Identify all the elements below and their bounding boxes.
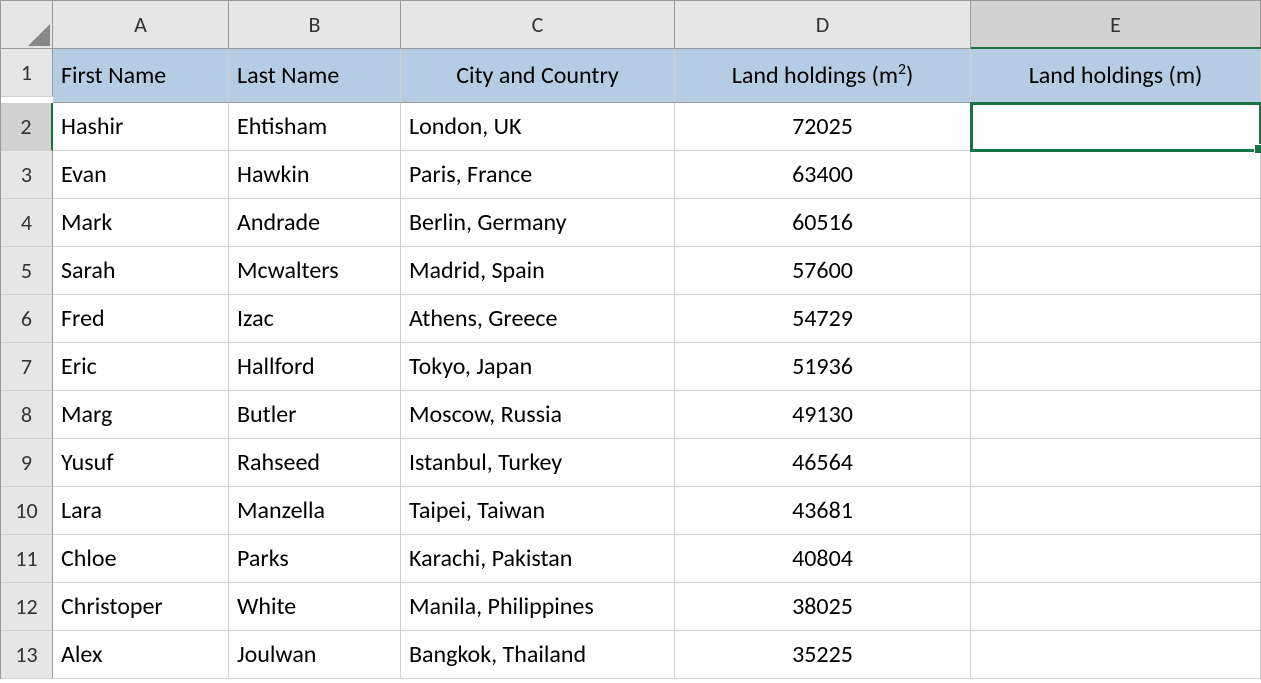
cell-C11[interactable]: Karachi, Pakistan (401, 535, 675, 583)
cell-D12[interactable]: 38025 (675, 583, 971, 631)
cell-E8[interactable] (971, 391, 1261, 439)
row-header-11[interactable]: 11 (1, 535, 53, 583)
cell-E7[interactable] (971, 343, 1261, 391)
cell-E10[interactable] (971, 487, 1261, 535)
select-all-corner[interactable] (1, 1, 53, 49)
cell-C8[interactable]: Moscow, Russia (401, 391, 675, 439)
cell-A9[interactable]: Yusuf (53, 439, 229, 487)
cell-C9[interactable]: Istanbul, Turkey (401, 439, 675, 487)
cell-E6[interactable] (971, 295, 1261, 343)
cell-B6[interactable]: Izac (229, 295, 401, 343)
cell-C5[interactable]: Madrid, Spain (401, 247, 675, 295)
cell-C13[interactable]: Bangkok, Thailand (401, 631, 675, 679)
cell-B8[interactable]: Butler (229, 391, 401, 439)
cell-D6[interactable]: 54729 (675, 295, 971, 343)
cell-D13[interactable]: 35225 (675, 631, 971, 679)
row-header-4[interactable]: 4 (1, 199, 53, 247)
header-land-m2[interactable]: Land holdings (m2) (675, 49, 971, 103)
cell-C6[interactable]: Athens, Greece (401, 295, 675, 343)
row-header-6[interactable]: 6 (1, 295, 53, 343)
spreadsheet-grid: A B C D E 1 First Name Last Name City an… (0, 0, 1261, 679)
cell-D10[interactable]: 43681 (675, 487, 971, 535)
col-header-A[interactable]: A (53, 1, 229, 49)
cell-A7[interactable]: Eric (53, 343, 229, 391)
cell-D7[interactable]: 51936 (675, 343, 971, 391)
row-header-13[interactable]: 13 (1, 631, 53, 679)
cell-C2[interactable]: London, UK (401, 103, 675, 151)
cell-E2-selected[interactable] (971, 103, 1261, 151)
cell-E4[interactable] (971, 199, 1261, 247)
row-header-10[interactable]: 10 (1, 487, 53, 535)
row-header-12[interactable]: 12 (1, 583, 53, 631)
cell-B13[interactable]: Joulwan (229, 631, 401, 679)
cell-A2[interactable]: Hashir (53, 103, 229, 151)
row-header-7[interactable]: 7 (1, 343, 53, 391)
cell-B3[interactable]: Hawkin (229, 151, 401, 199)
cell-C10[interactable]: Taipei, Taiwan (401, 487, 675, 535)
cell-D9[interactable]: 46564 (675, 439, 971, 487)
cell-A4[interactable]: Mark (53, 199, 229, 247)
cell-D8[interactable]: 49130 (675, 391, 971, 439)
cell-D2[interactable]: 72025 (675, 103, 971, 151)
cell-B2[interactable]: Ehtisham (229, 103, 401, 151)
cell-C12[interactable]: Manila, Philippines (401, 583, 675, 631)
cell-B9[interactable]: Rahseed (229, 439, 401, 487)
col-header-B[interactable]: B (229, 1, 401, 49)
row-header-5[interactable]: 5 (1, 247, 53, 295)
cell-B7[interactable]: Hallford (229, 343, 401, 391)
header-last-name[interactable]: Last Name (229, 49, 401, 103)
cell-D5[interactable]: 57600 (675, 247, 971, 295)
row-header-9[interactable]: 9 (1, 439, 53, 487)
cell-C7[interactable]: Tokyo, Japan (401, 343, 675, 391)
cell-B4[interactable]: Andrade (229, 199, 401, 247)
cell-E9[interactable] (971, 439, 1261, 487)
cell-B12[interactable]: White (229, 583, 401, 631)
cell-C4[interactable]: Berlin, Germany (401, 199, 675, 247)
cell-D4[interactable]: 60516 (675, 199, 971, 247)
col-header-C[interactable]: C (401, 1, 675, 49)
cell-C3[interactable]: Paris, France (401, 151, 675, 199)
header-first-name[interactable]: First Name (53, 49, 229, 103)
cell-E11[interactable] (971, 535, 1261, 583)
cell-D11[interactable]: 40804 (675, 535, 971, 583)
row-header-3[interactable]: 3 (1, 151, 53, 199)
cell-E12[interactable] (971, 583, 1261, 631)
cell-A12[interactable]: Christoper (53, 583, 229, 631)
col-header-E[interactable]: E (971, 1, 1261, 49)
row-header-2[interactable]: 2 (1, 103, 53, 151)
row-header-1[interactable]: 1 (1, 49, 53, 97)
cell-A5[interactable]: Sarah (53, 247, 229, 295)
cell-B5[interactable]: Mcwalters (229, 247, 401, 295)
cell-A10[interactable]: Lara (53, 487, 229, 535)
cell-B10[interactable]: Manzella (229, 487, 401, 535)
header-city-country[interactable]: City and Country (401, 49, 675, 103)
cell-D3[interactable]: 63400 (675, 151, 971, 199)
cell-A13[interactable]: Alex (53, 631, 229, 679)
cell-A11[interactable]: Chloe (53, 535, 229, 583)
cell-E3[interactable] (971, 151, 1261, 199)
cell-B11[interactable]: Parks (229, 535, 401, 583)
cell-A8[interactable]: Marg (53, 391, 229, 439)
header-land-m[interactable]: Land holdings (m) (971, 49, 1261, 103)
cell-A3[interactable]: Evan (53, 151, 229, 199)
header-land-m2-text: Land holdings (m2) (732, 61, 913, 90)
cell-E13[interactable] (971, 631, 1261, 679)
cell-A6[interactable]: Fred (53, 295, 229, 343)
col-header-D[interactable]: D (675, 1, 971, 49)
cell-E5[interactable] (971, 247, 1261, 295)
row-header-8[interactable]: 8 (1, 391, 53, 439)
select-all-triangle-icon (28, 24, 50, 46)
